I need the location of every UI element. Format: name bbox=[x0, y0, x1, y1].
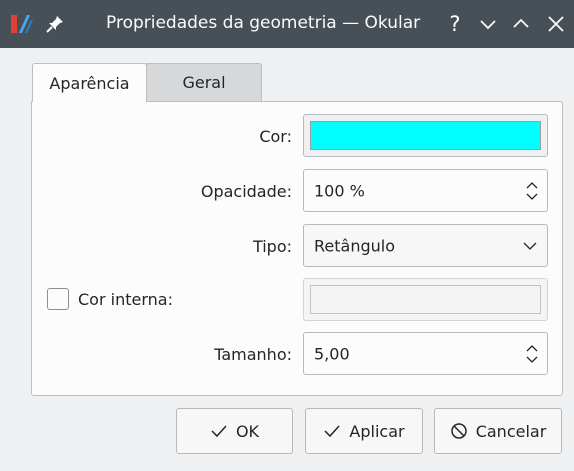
spin-arrows-icon[interactable] bbox=[525, 342, 539, 366]
inner-color-label[interactable]: Cor interna: bbox=[78, 290, 173, 309]
tab-general[interactable]: Geral bbox=[146, 63, 262, 101]
check-icon bbox=[324, 425, 340, 438]
size-spinbox[interactable]: 5,00 bbox=[303, 332, 548, 375]
chevron-down-icon bbox=[523, 242, 537, 250]
apply-label: Aplicar bbox=[349, 421, 405, 441]
color-button[interactable] bbox=[303, 114, 548, 157]
cancel-icon bbox=[450, 423, 467, 439]
cancel-label: Cancelar bbox=[475, 421, 547, 441]
inner-color-swatch bbox=[310, 285, 541, 314]
spin-arrows-icon[interactable] bbox=[525, 179, 539, 203]
okular-app-icon bbox=[11, 15, 33, 33]
pin-icon[interactable] bbox=[43, 12, 67, 36]
apply-button[interactable]: Aplicar bbox=[305, 408, 423, 454]
opacity-spinbox[interactable]: 100 % bbox=[303, 169, 548, 212]
window-title: Propriedades da geometria — Okular bbox=[106, 13, 421, 33]
check-icon bbox=[211, 425, 227, 438]
type-value: Retângulo bbox=[314, 236, 395, 255]
maximize-icon[interactable] bbox=[508, 11, 534, 37]
help-icon[interactable]: ? bbox=[442, 11, 468, 37]
size-label: Tamanho: bbox=[214, 345, 292, 364]
color-label: Cor: bbox=[259, 127, 292, 146]
tab-appearance[interactable]: Aparência bbox=[32, 63, 147, 102]
type-label: Tipo: bbox=[252, 237, 292, 256]
window-titlebar: Propriedades da geometria — Okular ? bbox=[0, 0, 574, 48]
cancel-button[interactable]: Cancelar bbox=[434, 408, 562, 454]
inner-color-checkbox[interactable] bbox=[47, 288, 69, 310]
ok-button[interactable]: OK bbox=[176, 408, 293, 454]
opacity-label: Opacidade: bbox=[200, 182, 292, 201]
color-swatch bbox=[310, 121, 541, 150]
size-value: 5,00 bbox=[314, 344, 350, 363]
ok-label: OK bbox=[235, 421, 260, 441]
type-combobox[interactable]: Retângulo bbox=[303, 224, 548, 267]
help-glyph: ? bbox=[449, 12, 460, 36]
inner-color-button bbox=[303, 278, 548, 321]
opacity-value: 100 % bbox=[314, 181, 365, 200]
close-icon[interactable] bbox=[543, 11, 569, 37]
minimize-icon[interactable] bbox=[475, 11, 501, 37]
